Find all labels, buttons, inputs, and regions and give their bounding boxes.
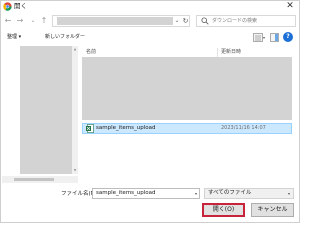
cancel-button[interactable]: キャンセル	[251, 203, 294, 217]
title-bar	[0, 0, 300, 14]
view-options-icon[interactable]	[253, 33, 263, 42]
file-type-select[interactable]: すべてのファイル	[204, 188, 294, 199]
preview-pane-icon[interactable]	[270, 33, 279, 42]
scroll-up-arrow-icon[interactable]: ▲	[72, 47, 78, 52]
open-button[interactable]: 開く(O)	[202, 203, 245, 217]
scroll-down-arrow-icon[interactable]: ▼	[72, 168, 78, 173]
view-dropdown-chevron[interactable]: ▾	[263, 33, 268, 42]
search-placeholder: ダウンロードの検索	[212, 18, 258, 24]
navigation-pane-redacted	[20, 46, 76, 174]
chrome-icon	[3, 2, 12, 11]
up-folder-button[interactable]: ↑	[39, 16, 49, 26]
filename-input[interactable]: sample_items_upload	[92, 188, 200, 199]
column-header-name[interactable]: 名前	[86, 49, 96, 56]
file-type-dropdown-chevron[interactable]: ▾	[286, 189, 292, 198]
close-button[interactable]: ✕	[283, 0, 297, 13]
file-name[interactable]: sample_items_upload	[96, 123, 156, 134]
column-header-date[interactable]: 更新日時	[221, 49, 241, 56]
file-modified-date: 2023/11/16 14:07	[221, 125, 266, 131]
filename-dropdown-chevron[interactable]: ▾	[193, 189, 199, 198]
new-folder-button[interactable]: 新しいフォルダー	[45, 33, 85, 41]
address-history-dropdown[interactable]: ⌄	[173, 16, 181, 26]
forward-button[interactable]: →	[15, 16, 25, 26]
help-icon[interactable]: ?	[283, 32, 293, 42]
window-title: 開く	[14, 2, 27, 10]
file-list-redacted	[82, 57, 292, 120]
excel-file-icon	[86, 124, 94, 133]
column-divider[interactable]	[217, 48, 218, 57]
horizontal-scroll-thumb[interactable]	[14, 178, 54, 181]
recent-locations-button[interactable]: ⌄	[28, 16, 38, 26]
navigation-vertical-scrollbar[interactable]	[72, 46, 78, 174]
refresh-button[interactable]: ↻	[181, 16, 190, 26]
back-button[interactable]: ←	[3, 16, 13, 26]
search-icon	[201, 17, 209, 25]
organize-menu-button[interactable]: 整理 ▾	[7, 33, 21, 41]
address-path-redacted	[57, 17, 173, 25]
